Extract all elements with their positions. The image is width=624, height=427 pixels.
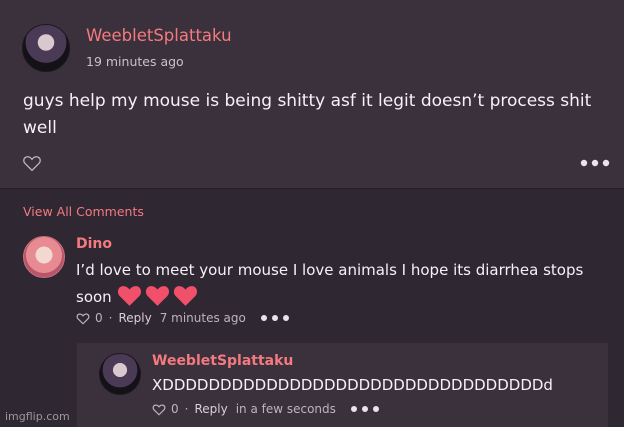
separator-dot: · (108, 311, 113, 325)
comment-text-block: I’d love to meet your mouse I love anima… (76, 257, 606, 315)
reply-button[interactable]: Reply (194, 402, 227, 416)
view-all-comments-link[interactable]: View All Comments (23, 204, 144, 219)
more-dots-icon[interactable] (260, 313, 290, 323)
like-count: 0 (171, 402, 179, 416)
heart-outline-icon[interactable] (22, 154, 42, 172)
comment-timestamp: 7 minutes ago (159, 311, 246, 325)
like-count: 0 (95, 311, 103, 325)
post-card: WeebletSplattaku 19 minutes ago guys hel… (0, 0, 624, 188)
post-timestamp: 19 minutes ago (86, 54, 184, 69)
reply-meta-row: 0 · Reply in a few seconds (152, 402, 380, 416)
post-author-username[interactable]: WeebletSplattaku (86, 26, 232, 45)
comment-meta-row: 0 · Reply 7 minutes ago (76, 311, 290, 325)
reply-card: WeebletSplattaku XDDDDDDDDDDDDDDDDDDDDDD… (77, 343, 608, 427)
comment-author-username[interactable]: Dino (76, 236, 112, 252)
more-dots-icon[interactable] (350, 404, 380, 414)
more-dots-icon[interactable] (580, 157, 610, 169)
post-author-avatar[interactable] (22, 24, 70, 72)
heart-outline-icon[interactable] (76, 312, 90, 325)
heart-emoji-icon (173, 286, 197, 306)
reply-text: XDDDDDDDDDDDDDDDDDDDDDDDDDDDDDDDDDd (152, 376, 553, 394)
divider (0, 188, 624, 189)
post-body-text: guys help my mouse is being shitty asf i… (23, 91, 592, 138)
heart-emoji-icon (145, 286, 169, 306)
reply-button[interactable]: Reply (118, 311, 151, 325)
reply-author-username[interactable]: WeebletSplattaku (152, 353, 293, 369)
separator-dot: · (184, 402, 189, 416)
heart-emoji-icon (117, 286, 141, 306)
comment-author-avatar[interactable] (23, 236, 65, 278)
heart-outline-icon[interactable] (152, 403, 166, 416)
reply-author-avatar[interactable] (99, 353, 141, 395)
reply-timestamp: in a few seconds (235, 402, 336, 416)
imgflip-watermark: imgflip.com (5, 410, 70, 423)
